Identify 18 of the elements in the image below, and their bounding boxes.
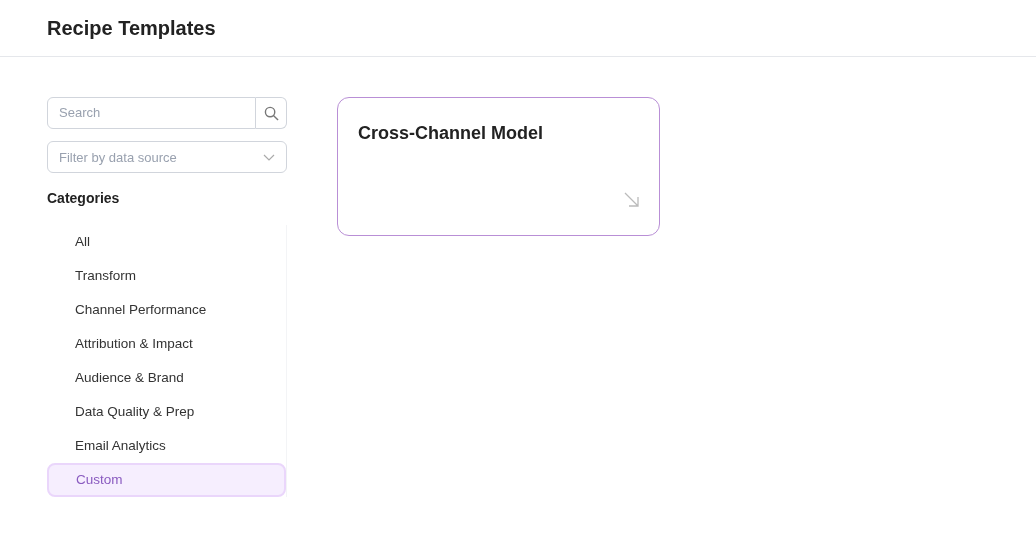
category-item[interactable]: Email Analytics — [47, 429, 286, 463]
card-title: Cross-Channel Model — [358, 122, 545, 145]
chevron-down-icon — [263, 154, 275, 161]
category-item[interactable]: Channel Performance — [47, 293, 286, 327]
category-item[interactable]: Custom — [47, 463, 286, 497]
category-item[interactable]: Transform — [47, 259, 286, 293]
search-field[interactable]: Search — [47, 97, 256, 129]
category-item[interactable]: Audience & Brand — [47, 361, 286, 395]
arrow-down-right-icon — [624, 192, 639, 207]
data-source-dropdown[interactable]: Filter by data source — [47, 141, 287, 173]
categories-heading: Categories — [47, 189, 121, 208]
category-item[interactable]: Data Quality & Prep — [47, 395, 286, 429]
search-button[interactable] — [256, 97, 287, 129]
category-item[interactable]: Attribution & Impact — [47, 327, 286, 361]
search-icon — [263, 105, 279, 121]
template-card[interactable]: Cross-Channel Model — [337, 97, 660, 236]
page-title: Recipe Templates — [47, 16, 216, 41]
category-item[interactable]: All — [47, 225, 286, 259]
